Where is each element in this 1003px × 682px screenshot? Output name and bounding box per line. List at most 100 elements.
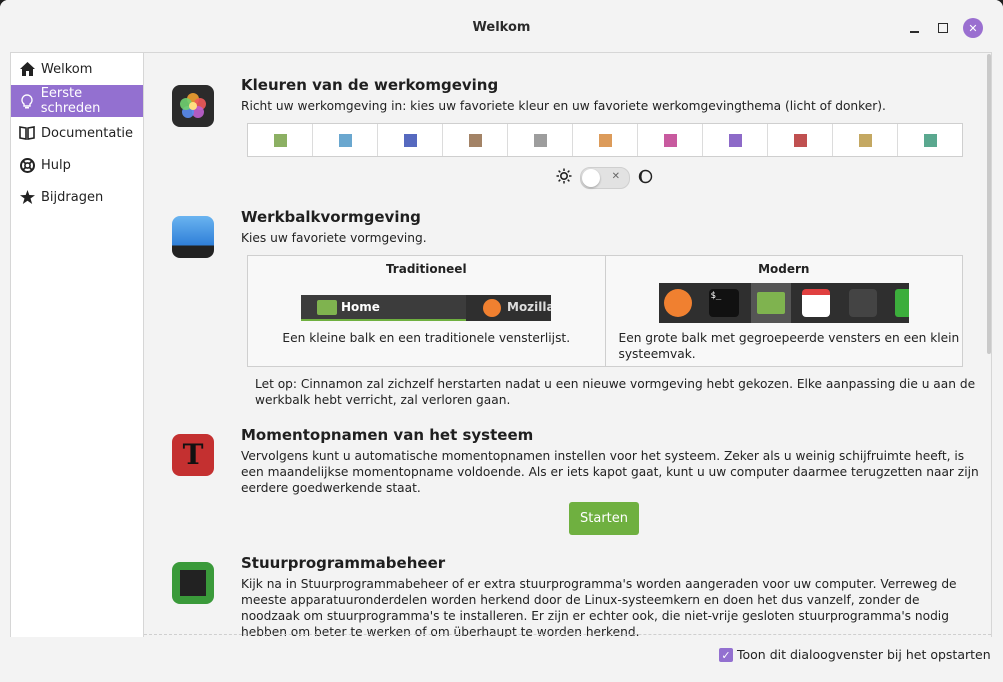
layout-option-title: Modern [758, 262, 810, 276]
firefox-icon [663, 289, 692, 317]
snapshots-description: een maandelijkse momentopname voldoende.… [241, 465, 979, 479]
colors-title: Kleuren van de werkomgeving [241, 76, 499, 94]
toggle-off-icon: ✕ [611, 171, 620, 182]
sidebar-item-label: Hulp [41, 157, 71, 173]
color-swatch[interactable] [508, 124, 573, 156]
home-icon [19, 61, 35, 77]
book-icon [19, 125, 35, 141]
panel-layout-icon [172, 216, 214, 258]
sidebar-item-hulp[interactable]: Hulp [11, 149, 144, 181]
mozilla-window-label: Mozilla [507, 300, 551, 314]
colors-description: Richt uw werkomgeving in: kies uw favori… [241, 99, 886, 113]
window-title: Welkom [472, 20, 531, 35]
main-content: Kleuren van de werkomgeving Richt uw wer… [143, 52, 992, 638]
sidebar-item-welkom[interactable]: Welkom [11, 53, 144, 85]
color-swatch[interactable] [833, 124, 898, 156]
layout-option-traditional[interactable]: Traditioneel Home Mozilla Een kleine bal… [248, 256, 605, 366]
drivers-description: meeste apparatuuronderdelen worden herke… [241, 593, 920, 607]
swatch-color [858, 133, 872, 147]
swatch-color [663, 133, 677, 147]
toggle-knob [582, 169, 600, 187]
sun-icon [556, 168, 572, 188]
sidebar-item-label: Bijdragen [41, 189, 104, 205]
color-swatch[interactable] [443, 124, 508, 156]
content-scroll-edge [144, 634, 991, 635]
color-swatch[interactable] [898, 124, 962, 156]
timeshift-icon: T [172, 434, 214, 476]
maximize-icon [938, 23, 948, 33]
sidebar-item-label: Eerste schreden [40, 86, 101, 116]
terminal-icon: $_ [708, 289, 739, 317]
traditional-panel-preview: Home Mozilla [301, 295, 551, 321]
lifebuoy-icon [19, 157, 35, 173]
firefox-icon [483, 299, 501, 317]
swatch-color [923, 133, 937, 147]
color-swatch[interactable] [768, 124, 833, 156]
panel-note: Let op: Cinnamon zal zichzelf herstarten… [255, 377, 976, 391]
lightbulb-icon [19, 93, 35, 109]
swatch-color [273, 133, 287, 147]
swatch-color [598, 133, 612, 147]
content-scrollbar[interactable] [987, 54, 991, 354]
driver-manager-icon [172, 562, 214, 604]
drivers-description: hebben om beter te werken of om überhaup… [241, 625, 640, 638]
calculator-icon [848, 289, 877, 317]
snapshots-description: Vervolgens kunt u automatische momentopn… [241, 449, 965, 463]
show-on-startup-label: Toon dit dialoogvenster bij het opstarte… [737, 647, 991, 662]
color-swatch[interactable] [248, 124, 313, 156]
drivers-description: noodzaak om stuurprogramma's te installe… [241, 609, 949, 623]
color-flower-icon [172, 85, 214, 127]
titlebar: Welkom ✕ [0, 0, 1003, 52]
start-snapshots-button[interactable]: Starten [569, 502, 639, 535]
maximize-button[interactable] [933, 18, 953, 38]
snapshots-description: eerdere goedwerkende staat. [241, 481, 421, 495]
snapshots-title: Momentopnamen van het systeem [241, 426, 534, 444]
sidebar: Welkom Eerste schreden Documentatie Hulp… [10, 52, 144, 638]
modern-panel-preview: $_ [658, 283, 909, 323]
spreadsheet-icon [894, 289, 909, 317]
panel-title: Werkbalkvormgeving [241, 208, 421, 226]
layout-option-title: Traditioneel [385, 262, 467, 276]
moon-icon [638, 169, 653, 188]
swatch-color [338, 133, 352, 147]
panel-layout-chooser: Traditioneel Home Mozilla Een kleine bal… [247, 255, 963, 367]
color-swatch[interactable] [573, 124, 638, 156]
calendar-icon [801, 289, 830, 317]
swatch-color [728, 133, 742, 147]
color-swatch[interactable] [638, 124, 703, 156]
close-icon: ✕ [968, 21, 978, 35]
checkmark-icon: ✓ [721, 648, 731, 662]
folder-icon [317, 300, 337, 315]
sidebar-item-bijdragen[interactable]: Bijdragen [11, 181, 144, 213]
color-swatch[interactable] [703, 124, 768, 156]
layout-option-description: systeemvak. [618, 347, 696, 361]
layout-option-modern[interactable]: Modern $_ Een grote balk met gegroepeerd… [604, 256, 963, 366]
color-swatch[interactable] [313, 124, 378, 156]
minimize-button[interactable] [904, 18, 924, 38]
swatch-color [793, 133, 807, 147]
theme-toggle-row: ✕ [556, 167, 653, 189]
color-swatch[interactable] [378, 124, 443, 156]
panel-note: werkbalk hebt verricht, zal verloren gaa… [255, 393, 511, 407]
minimize-icon [909, 31, 919, 33]
drivers-description: Kijk na in Stuurprogrammabeheer of er ex… [241, 577, 957, 591]
sidebar-item-documentatie[interactable]: Documentatie [11, 117, 144, 149]
welcome-window: Welkom ✕ Welkom Eerste schreden Document… [0, 0, 1003, 682]
home-window-label: Home [341, 300, 380, 314]
panel-description: Kies uw favoriete vormgeving. [241, 231, 427, 245]
timeshift-glyph: T [182, 438, 204, 471]
swatch-color [468, 133, 482, 147]
layout-option-description: Een grote balk met gegroepeerde vensters… [618, 331, 960, 345]
star-icon [19, 189, 35, 205]
folder-icon [756, 292, 785, 314]
dark-mode-toggle[interactable]: ✕ [580, 167, 630, 189]
sidebar-item-eerste-schreden[interactable]: Eerste schreden [11, 85, 144, 117]
sidebar-item-label: Welkom [41, 61, 93, 77]
show-on-startup-checkbox[interactable]: ✓ [719, 648, 733, 662]
layout-option-description: Een kleine balk en een traditionele vens… [282, 331, 571, 345]
color-swatches [247, 123, 963, 157]
close-button[interactable]: ✕ [963, 18, 983, 38]
chip-core [180, 570, 206, 596]
sidebar-item-label: Documentatie [41, 125, 134, 141]
drivers-title: Stuurprogrammabeheer [241, 554, 446, 572]
